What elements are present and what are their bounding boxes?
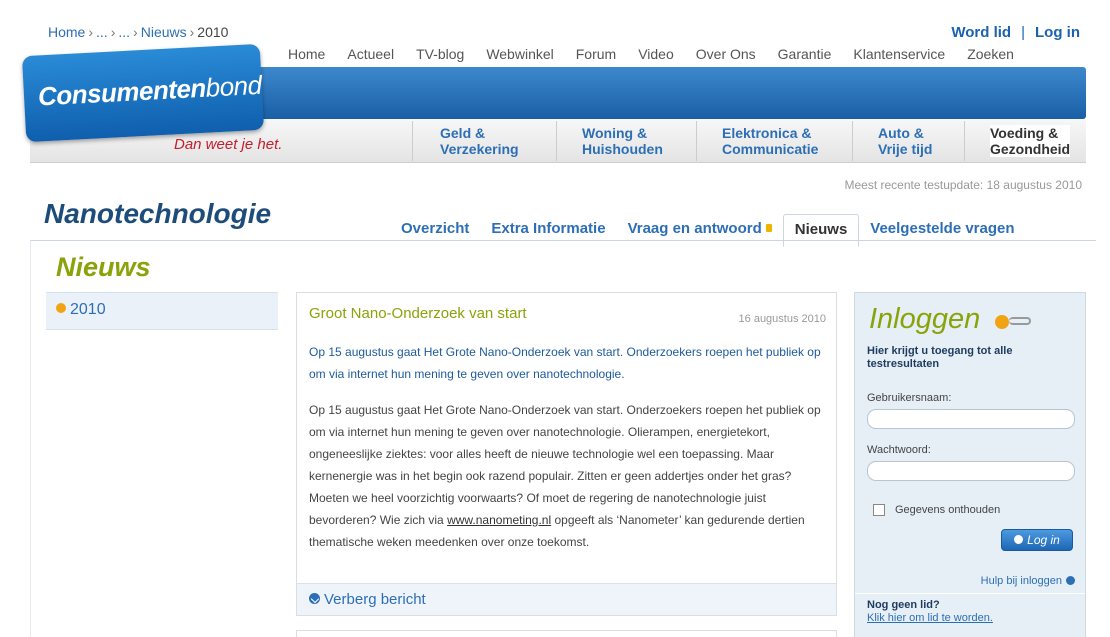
logo-text-part2: bond [204, 69, 263, 103]
account-links: Word lid | Log in [951, 24, 1080, 41]
article-lead: Op 15 augustus gaat Het Grote Nano-Onder… [309, 345, 821, 381]
news-article: Groot Nano-Onderzoek van start 16 august… [296, 292, 837, 616]
login-ball-icon [995, 315, 1009, 329]
topnav-home[interactable]: Home [288, 46, 325, 62]
breadcrumb-nieuws[interactable]: Nieuws [141, 24, 187, 40]
not-member-text: Nog geen lid? [867, 599, 940, 611]
category-divider [412, 121, 413, 161]
arrow-circle-icon [1014, 535, 1024, 544]
category-divider [852, 121, 853, 161]
category-divider [556, 121, 557, 161]
breadcrumb-home[interactable]: Home [48, 24, 85, 40]
lock-icon [765, 224, 772, 232]
breadcrumb-item[interactable]: ... [96, 24, 108, 40]
article-footer: Verberg bericht [297, 583, 836, 615]
login-title: Inloggen [869, 303, 981, 335]
nanometing-link[interactable]: www.nanometing.nl [447, 513, 551, 527]
topnav-video[interactable]: Video [638, 46, 674, 62]
top-navigation: Home Actueel TV-blog Webwinkel Forum Vid… [288, 46, 1014, 62]
divider [855, 593, 1085, 594]
last-update: Meest recente testupdate: 18 augustus 20… [844, 178, 1083, 192]
breadcrumb-current: 2010 [197, 24, 229, 40]
logo-text-part1: Consumenten [37, 72, 207, 112]
topnav-over-ons[interactable]: Over Ons [696, 46, 756, 62]
category-geld-verzekering[interactable]: Geld & Verzekering [440, 125, 519, 157]
arrow-circle-icon [309, 593, 320, 604]
site-logo[interactable]: Consumentenbond [21, 43, 265, 143]
article-date: 16 augustus 2010 [738, 313, 826, 325]
article-body: Op 15 augustus gaat Het Grote Nano-Onder… [309, 403, 821, 549]
password-input[interactable] [867, 461, 1075, 481]
join-link[interactable]: Word lid [951, 24, 1011, 41]
hide-article-button[interactable]: Verberg bericht [309, 591, 426, 608]
topnav-actueel[interactable]: Actueel [347, 46, 394, 62]
arrow-circle-icon [1066, 576, 1075, 585]
category-elektronica-communicatie[interactable]: Elektronica & Communicatie [722, 125, 818, 157]
account-separator: | [1021, 24, 1025, 41]
topnav-zoeken[interactable]: Zoeken [967, 46, 1014, 62]
username-input[interactable] [867, 409, 1075, 429]
remember-label: Gegevens onthouden [895, 504, 1001, 516]
login-subtitle: Hier krijgt u toegang tot alle testresul… [867, 345, 1013, 370]
slogan: Dan weet je het. [174, 136, 283, 153]
year-navigation: 2010 [46, 292, 278, 330]
topnav-garantie[interactable]: Garantie [778, 46, 832, 62]
topnav-webwinkel[interactable]: Webwinkel [486, 46, 553, 62]
password-label: Wachtwoord: [867, 444, 931, 456]
category-divider [964, 121, 965, 161]
category-voeding-gezondheid[interactable]: Voeding & Gezondheid [990, 125, 1071, 157]
article-title[interactable]: Groot Nano-Onderzoek van start [309, 305, 527, 322]
breadcrumb-item[interactable]: ... [118, 24, 130, 40]
next-article [296, 630, 837, 637]
page-title: Nanotechnologie [44, 198, 272, 229]
login-help-link[interactable]: Hulp bij inloggen [981, 575, 1075, 587]
login-box: Inloggen Hier krijgt u toegang tot alle … [854, 292, 1086, 637]
breadcrumb: Home ›... ›... › Nieuws › 2010 [48, 24, 229, 40]
login-link[interactable]: Log in [1035, 24, 1080, 41]
topnav-forum[interactable]: Forum [576, 46, 616, 62]
year-item-2010[interactable]: 2010 [56, 301, 106, 319]
topnav-tv-blog[interactable]: TV-blog [416, 46, 464, 62]
login-button[interactable]: Log in [1001, 529, 1073, 551]
bullet-icon [56, 303, 66, 313]
section-title: Nieuws [56, 252, 151, 282]
key-icon [1009, 317, 1031, 325]
topnav-klantenservice[interactable]: Klantenservice [853, 46, 945, 62]
category-auto-vrije-tijd[interactable]: Auto & Vrije tijd [878, 125, 932, 157]
signup-link[interactable]: Klik hier om lid te worden. [867, 612, 993, 624]
category-woning-huishouden[interactable]: Woning & Huishouden [582, 125, 663, 157]
category-divider [696, 121, 697, 161]
remember-checkbox[interactable] [873, 504, 885, 516]
username-label: Gebruikersnaam: [867, 392, 952, 404]
